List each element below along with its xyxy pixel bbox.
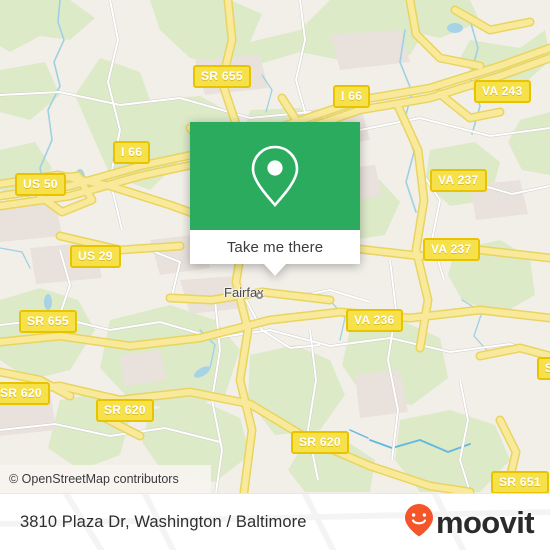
road-shield: S	[537, 357, 550, 380]
road-shield: VA 236	[346, 309, 403, 332]
road-shield: SR 620	[291, 431, 349, 454]
road-shield: SR 620	[96, 399, 154, 422]
popup-action-row[interactable]: Take me there	[190, 230, 360, 264]
road-shield: US 29	[70, 245, 121, 268]
moovit-logo[interactable]: moovit	[404, 503, 550, 542]
take-me-there-label: Take me there	[226, 238, 324, 256]
road-shield: SR 655	[193, 65, 251, 88]
location-popup-card[interactable]: Take me there	[190, 122, 360, 276]
road-shield: I 66	[113, 141, 151, 164]
road-shield: VA 237	[423, 238, 480, 261]
road-shield: SR 655	[19, 310, 77, 333]
map-pin-icon	[248, 143, 302, 209]
location-address-label: 3810 Plaza Dr, Washington / Baltimore	[20, 512, 307, 531]
moovit-pin-smiley-icon	[404, 503, 434, 542]
map-canvas[interactable]: Fairfax SR 655 I 66 VA 243 I 66 US 50 VA 237 V…	[0, 0, 550, 493]
road-shield: SR 651	[491, 471, 549, 493]
osm-attribution-text[interactable]: © OpenStreetMap contributors	[0, 472, 179, 486]
road-shield: I 66	[333, 85, 371, 108]
moovit-wordmark: moovit	[435, 504, 535, 540]
road-shield: SR 620	[0, 382, 50, 405]
road-shield: VA 243	[474, 80, 531, 103]
map-attribution-bar: © OpenStreetMap contributors	[0, 465, 211, 493]
popup-header	[190, 122, 360, 230]
footer-bar: 3810 Plaza Dr, Washington / Baltimore mo…	[0, 493, 550, 550]
place-marker-dot	[256, 292, 263, 299]
road-shield: VA 237	[430, 169, 487, 192]
popup-pointer-tail	[264, 264, 286, 276]
road-shield: US 50	[15, 173, 66, 196]
moovit-map-screenshot: Fairfax SR 655 I 66 VA 243 I 66 US 50 VA 237 V…	[0, 0, 550, 550]
